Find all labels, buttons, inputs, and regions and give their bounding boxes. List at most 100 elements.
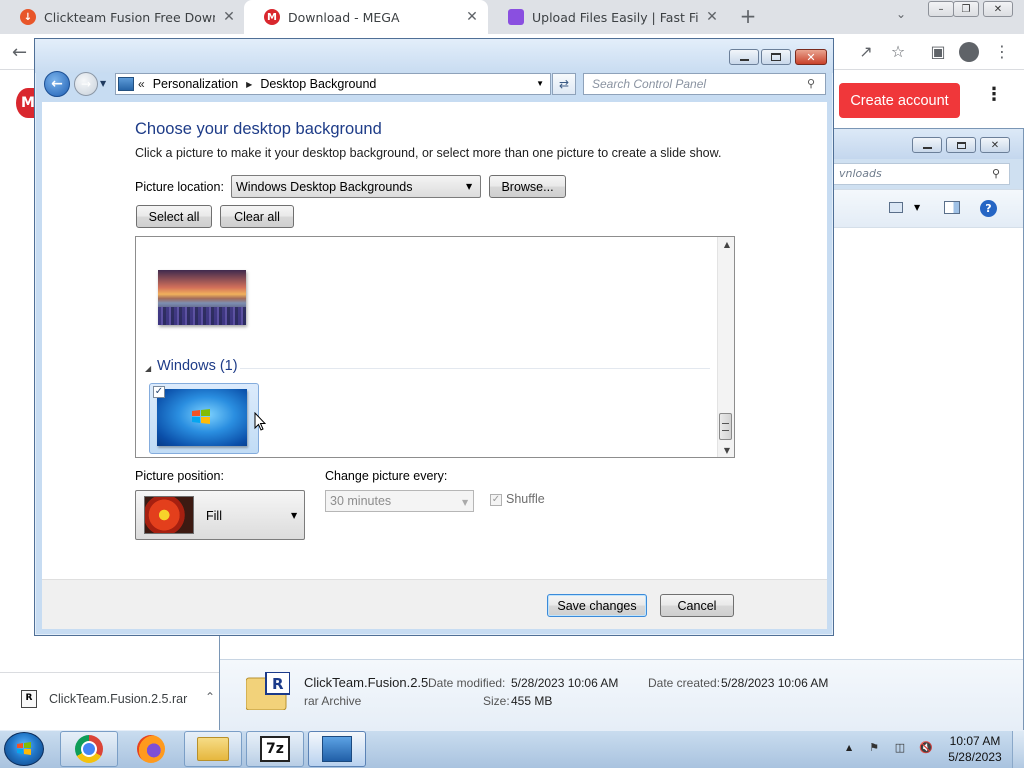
chevron-down-icon[interactable]: ⌄ xyxy=(896,7,906,21)
address-bar[interactable]: « Personalization ▶ Desktop Background ▼ xyxy=(115,73,551,95)
save-changes-button[interactable]: Save changes xyxy=(547,594,647,617)
page-title: Choose your desktop background xyxy=(135,120,382,138)
chevron-down-icon[interactable]: ▼ xyxy=(536,79,544,88)
date-created-value: 5/28/2023 10:06 AM xyxy=(721,676,829,690)
taskbar-explorer[interactable] xyxy=(184,731,242,767)
wallpaper-checkbox[interactable]: ✓ xyxy=(153,386,165,398)
tab-title: Download - MEGA xyxy=(288,9,400,25)
chevron-down-icon[interactable]: ▼ xyxy=(466,182,472,191)
search-icon: ⚲ xyxy=(992,167,1001,180)
tab-title: Upload Files Easily | Fast File Uplo xyxy=(532,9,698,25)
create-account-button[interactable]: Create account xyxy=(839,83,960,118)
gallery-scrollbar[interactable]: ▲ ▼ xyxy=(717,237,734,457)
recent-pages-dropdown-icon[interactable]: ▼ xyxy=(100,79,106,88)
select-all-button[interactable]: Select all xyxy=(136,205,212,228)
show-desktop-button[interactable] xyxy=(1012,731,1024,768)
tab-clickteam[interactable]: ↓ Clickteam Fusion Free Download ✕ xyxy=(0,0,245,34)
taskbar-control-panel[interactable] xyxy=(308,731,366,767)
control-panel-search-input[interactable]: Search Control Panel xyxy=(583,73,826,95)
window-titlebar xyxy=(35,39,833,73)
wallpaper-thumbnail-sunset[interactable] xyxy=(158,270,246,325)
shuffle-label[interactable]: Shuffle xyxy=(506,492,545,506)
close-icon[interactable]: ✕ xyxy=(704,9,720,25)
back-arrow-icon[interactable]: ← xyxy=(12,42,27,63)
group-divider xyxy=(240,368,710,369)
scroll-up-arrow-icon[interactable]: ▲ xyxy=(724,240,730,249)
scrollbar-grip xyxy=(722,423,729,431)
chevron-down-icon[interactable]: ▼ xyxy=(291,511,297,520)
bookmark-star-icon[interactable]: ☆ xyxy=(888,42,908,61)
scroll-down-arrow-icon[interactable]: ▼ xyxy=(724,446,730,455)
chevron-up-icon[interactable]: ⌃ xyxy=(205,690,215,704)
clock-date[interactable]: 5/28/2023 xyxy=(945,750,1005,764)
picture-position-value[interactable]: Fill xyxy=(206,509,222,523)
windows-logo-icon xyxy=(17,742,31,755)
breadcrumb-desktop-background[interactable]: Desktop Background xyxy=(260,77,376,91)
chevron-down-icon[interactable]: ▼ xyxy=(914,203,920,212)
maximize-button[interactable] xyxy=(761,49,791,65)
taskbar-chrome[interactable] xyxy=(60,731,118,767)
page-instructions: Click a picture to make it your desktop … xyxy=(135,146,722,160)
tab-title: Clickteam Fusion Free Download xyxy=(44,9,215,25)
show-hidden-icons-icon[interactable]: ▲ xyxy=(846,743,852,752)
sidebar-icon[interactable]: ▣ xyxy=(928,42,948,61)
tab-upload-files[interactable]: Upload Files Easily | Fast File Uplo ✕ xyxy=(488,0,728,34)
chevron-down-icon[interactable]: ▼ xyxy=(462,498,468,507)
clock-time[interactable]: 10:07 AM xyxy=(947,734,1003,748)
collapse-group-icon[interactable]: ◢ xyxy=(145,364,151,373)
download-filename[interactable]: ClickTeam.Fusion.2.5.rar xyxy=(49,692,187,706)
share-icon[interactable]: ↗ xyxy=(856,42,876,61)
firefox-icon xyxy=(137,735,165,763)
breadcrumb-overflow[interactable]: « xyxy=(138,77,145,91)
taskbar-firefox[interactable] xyxy=(122,731,180,767)
explorer-search-input[interactable]: vnloads xyxy=(832,163,1010,185)
close-icon[interactable]: ✕ xyxy=(464,9,480,25)
close-button[interactable]: ✕ xyxy=(795,49,827,65)
picture-location-value: Windows Desktop Backgrounds xyxy=(236,180,413,194)
minimize-button[interactable] xyxy=(912,137,942,153)
windows-logo-icon xyxy=(192,409,210,424)
shuffle-checkbox[interactable]: ✓ xyxy=(490,494,502,506)
breadcrumb-personalization[interactable]: Personalization xyxy=(153,77,238,91)
cancel-button[interactable]: Cancel xyxy=(660,594,734,617)
clear-all-button[interactable]: Clear all xyxy=(220,205,294,228)
taskbar-7zip[interactable]: 7z xyxy=(246,731,304,767)
volume-muted-icon[interactable]: 🔇 xyxy=(918,741,934,757)
browse-button[interactable]: Browse... xyxy=(489,175,566,198)
rar-archive-icon: R xyxy=(246,672,290,710)
restore-button[interactable] xyxy=(946,137,976,153)
change-picture-dropdown[interactable]: 30 minutes xyxy=(325,490,474,512)
back-arrow-icon[interactable]: ← xyxy=(44,71,70,97)
7zip-icon: 7z xyxy=(260,736,290,762)
breadcrumb-separator-icon[interactable]: ▶ xyxy=(246,80,252,89)
restore-button[interactable]: ❐ xyxy=(953,1,979,17)
close-icon[interactable]: ✕ xyxy=(221,9,237,25)
picture-location-dropdown[interactable]: Windows Desktop Backgrounds xyxy=(231,175,481,198)
gallery-group-title[interactable]: Windows (1) xyxy=(157,358,238,374)
background-gallery[interactable]: ◢ Windows (1) ✓ ▲ ▼ xyxy=(135,236,735,458)
position-preview-thumbnail xyxy=(144,496,194,534)
help-icon[interactable]: ? xyxy=(980,200,997,217)
refresh-icon[interactable]: ⇄ xyxy=(552,73,576,95)
picture-position-label: Picture position: xyxy=(135,469,224,483)
view-options-icon[interactable] xyxy=(889,202,903,213)
preview-pane-icon[interactable] xyxy=(944,201,960,214)
menu-dots-icon[interactable]: ⋮ xyxy=(985,86,1003,104)
new-tab-button[interactable]: + xyxy=(738,5,758,27)
change-picture-label: Change picture every: xyxy=(325,469,448,483)
close-button[interactable]: ✕ xyxy=(980,137,1010,153)
file-name: ClickTeam.Fusion.2.5 xyxy=(304,675,429,690)
network-icon[interactable]: ◫ xyxy=(892,741,908,757)
profile-avatar[interactable] xyxy=(959,42,979,62)
tab-mega[interactable]: M Download - MEGA ✕ xyxy=(244,0,488,34)
more-vert-icon[interactable]: ⋮ xyxy=(992,42,1012,61)
control-panel-icon xyxy=(118,77,134,91)
minimize-button[interactable] xyxy=(729,49,759,65)
change-picture-value: 30 minutes xyxy=(330,494,392,508)
minimize-button[interactable]: – xyxy=(928,1,954,17)
picture-location-label: Picture location: xyxy=(135,180,224,194)
action-center-flag-icon[interactable]: ⚑ xyxy=(866,741,882,757)
forward-arrow-icon[interactable]: → xyxy=(74,72,98,96)
close-button[interactable]: ✕ xyxy=(983,1,1013,17)
size-value: 455 MB xyxy=(511,694,553,708)
